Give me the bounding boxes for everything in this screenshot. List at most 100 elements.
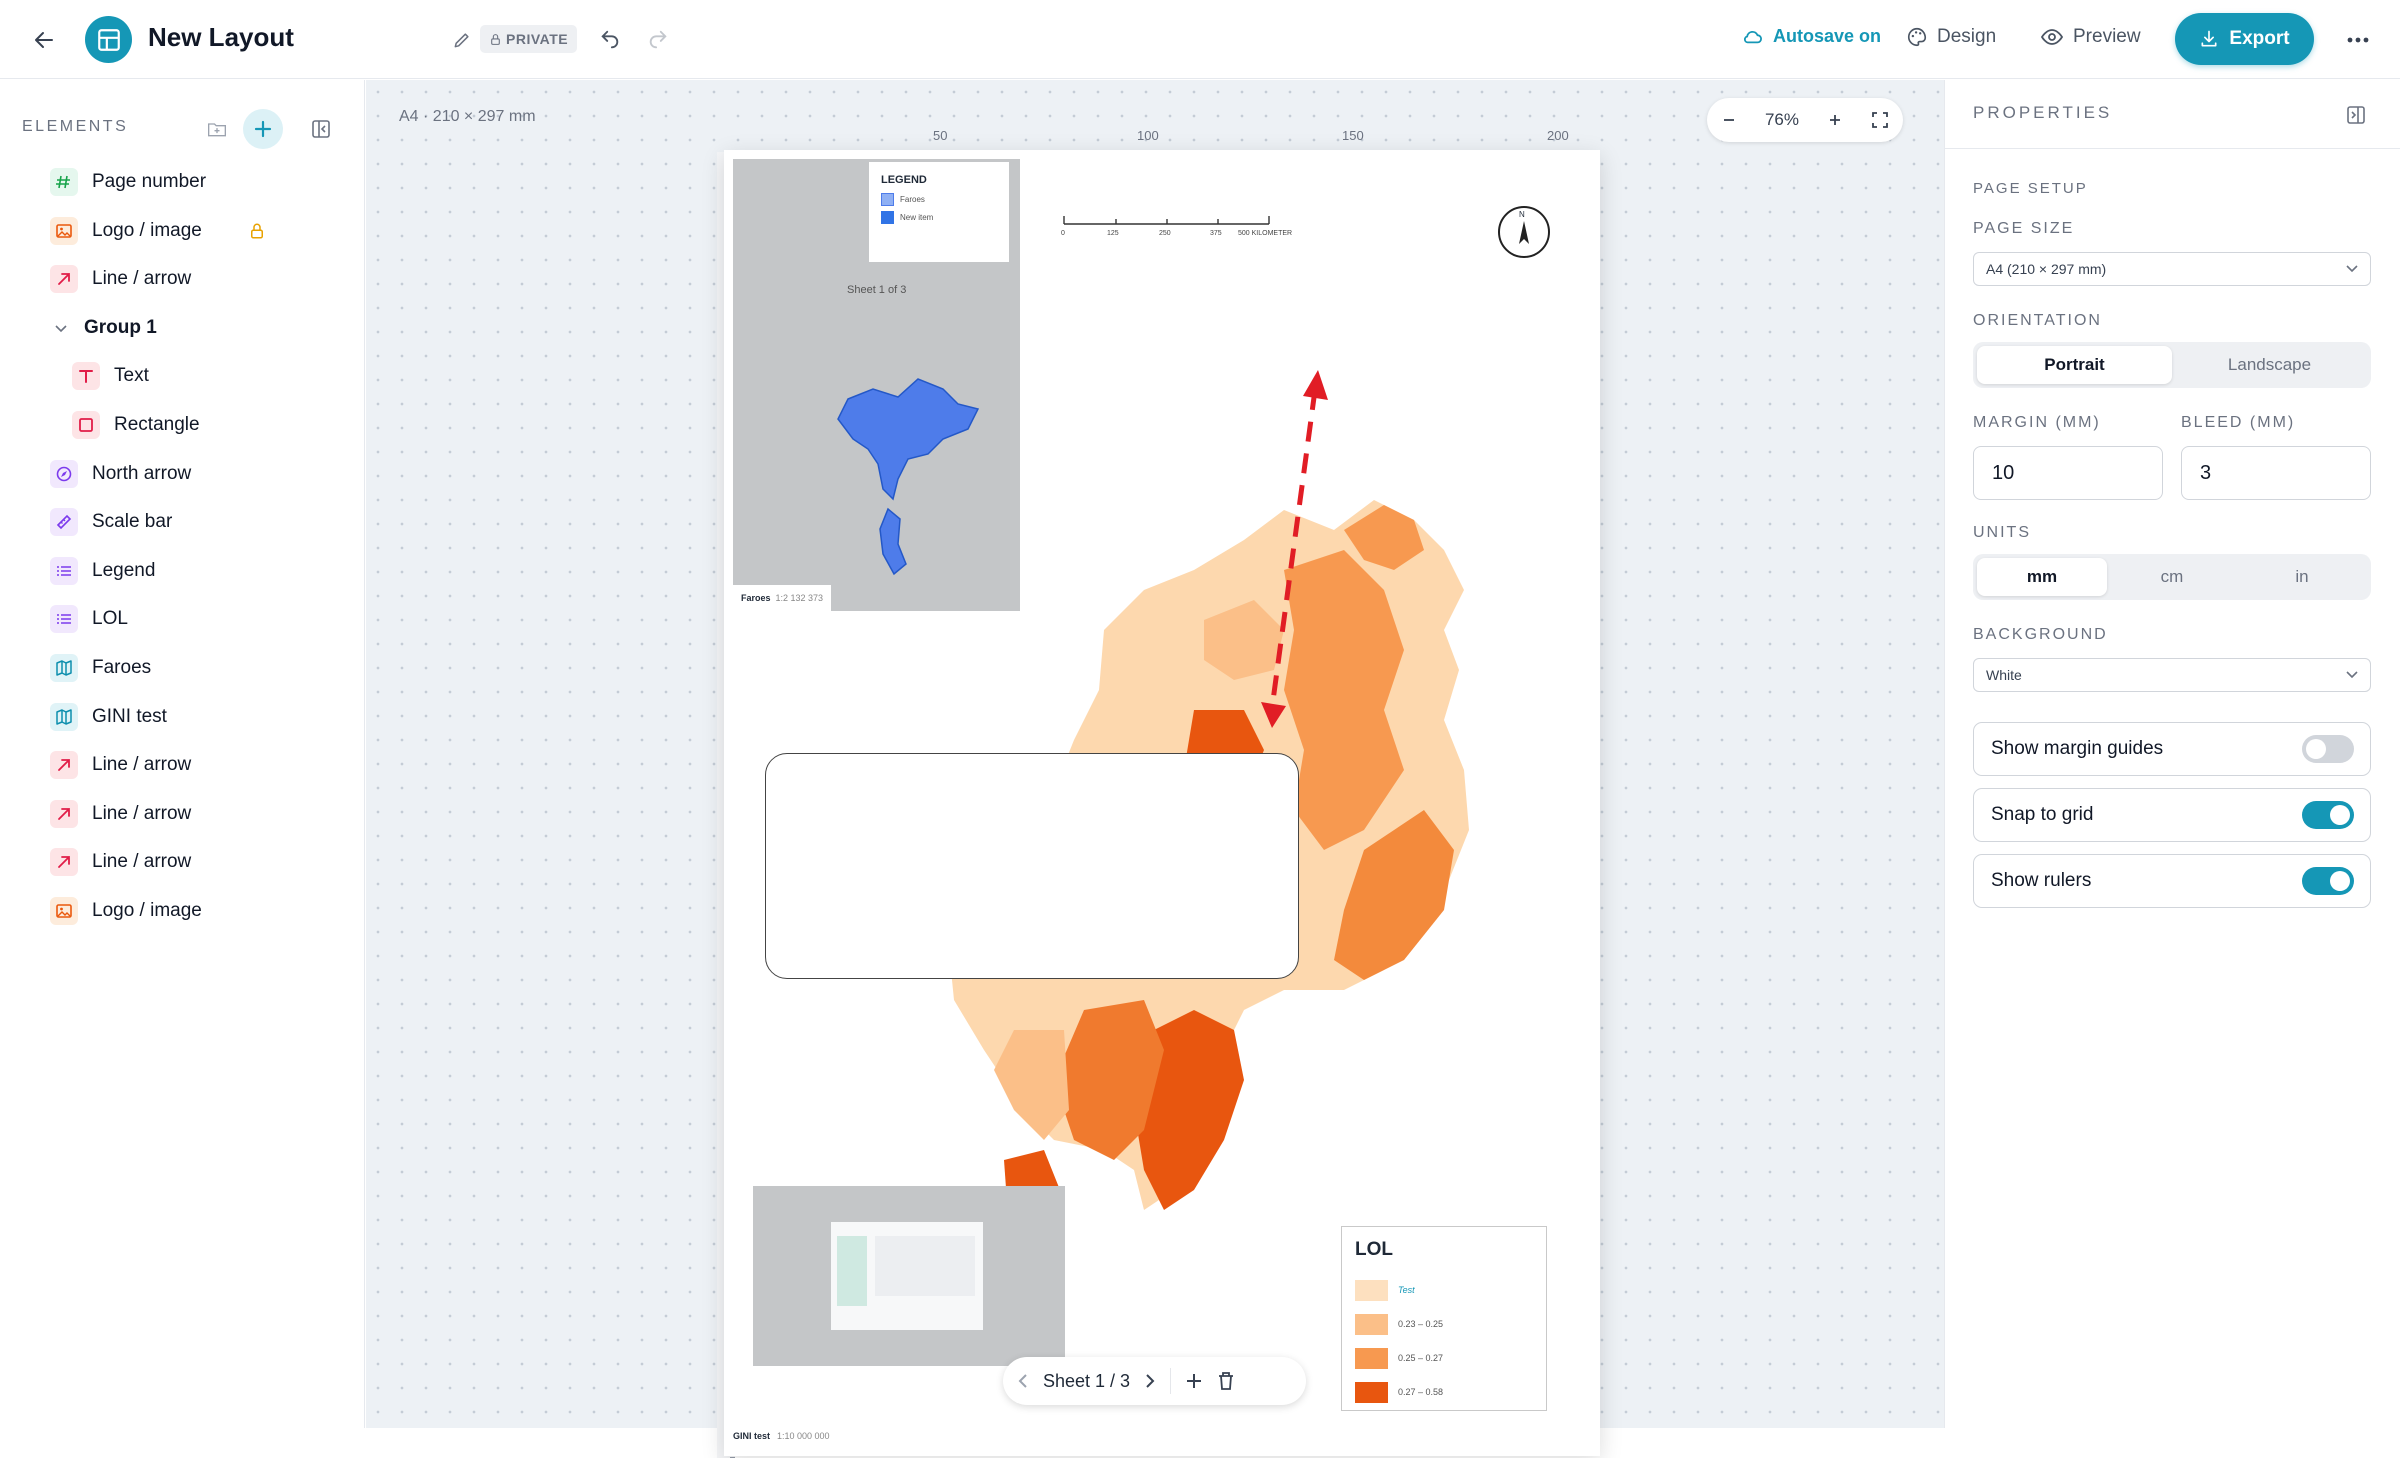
properties-divider: [1945, 148, 2400, 149]
sidebar-item-line-arrow[interactable]: Line / arrow: [50, 745, 390, 785]
arrow-icon: [50, 848, 78, 877]
sidebar-item-rectangle[interactable]: Rectangle: [72, 405, 412, 445]
sidebar-item-logo-image[interactable]: Logo / image: [50, 211, 390, 251]
sidebar-item-logo-image[interactable]: Logo / image: [50, 891, 390, 931]
sidebar-item-scale-bar[interactable]: Scale bar: [50, 502, 390, 542]
zoom-in-icon[interactable]: [1827, 112, 1843, 128]
sidebar-item-label: Line / arrow: [92, 754, 192, 776]
new-folder-icon[interactable]: [201, 113, 233, 145]
scale-tick: 375: [1210, 230, 1222, 237]
legend-label: 0.23 – 0.25: [1398, 1319, 1444, 1329]
toggle-switch[interactable]: [2302, 801, 2354, 829]
units-label: UNITS: [1973, 524, 2031, 541]
next-sheet-icon[interactable]: [1144, 1373, 1156, 1389]
toggle-switch[interactable]: [2302, 867, 2354, 895]
inset-legend-title: LEGEND: [881, 174, 927, 186]
sidebar-item-label: Logo / image: [92, 900, 202, 921]
background-select[interactable]: White: [1973, 658, 2371, 692]
add-sheet-icon[interactable]: [1185, 1372, 1203, 1390]
arrow-head-top: [1303, 370, 1328, 400]
thumbnail-panel: [875, 1236, 975, 1296]
lol-legend-item: Test: [1355, 1273, 1533, 1307]
undo-icon[interactable]: [594, 24, 626, 56]
logo-image-thumbnail[interactable]: [753, 1186, 1065, 1366]
legend-label: Test: [1398, 1285, 1415, 1295]
preview-button[interactable]: Preview: [2040, 26, 2141, 48]
orientation-portrait[interactable]: Portrait: [1977, 346, 2172, 384]
units-cm[interactable]: cm: [2107, 558, 2237, 596]
collapse-properties-icon[interactable]: [2341, 100, 2371, 130]
private-badge[interactable]: PRIVATE: [480, 25, 578, 53]
toggle-show-margin-guides[interactable]: Show margin guides: [1973, 722, 2371, 776]
toggle-switch[interactable]: [2302, 735, 2354, 763]
properties-heading: PROPERTIES: [1973, 103, 2113, 122]
redo-icon[interactable]: [642, 24, 674, 56]
thumbnail-screen: [831, 1222, 983, 1330]
group-rectangle[interactable]: [765, 753, 1299, 979]
text-icon: [72, 362, 100, 391]
sidebar-item-north-arrow[interactable]: North arrow: [50, 454, 390, 494]
page-title: New Layout: [148, 22, 294, 52]
add-element-button[interactable]: [243, 109, 283, 149]
canvas-area[interactable]: A4 · 210 × 297 mm 76% 50 100 150 200 LEG…: [366, 80, 1944, 1458]
toggle-snap-to-grid[interactable]: Snap to grid: [1973, 788, 2371, 842]
units-segmented: mm cm in: [1973, 554, 2371, 600]
sidebar-item-group-1[interactable]: Group 1: [50, 308, 390, 348]
prev-sheet-icon[interactable]: [1017, 1373, 1029, 1389]
sidebar-item-text[interactable]: Text: [72, 356, 412, 396]
bleed-input[interactable]: 3: [2181, 446, 2371, 500]
toggle-label: Show margin guides: [1991, 738, 2164, 759]
sidebar-item-lol[interactable]: LOL: [50, 599, 390, 639]
sidebar-item-legend[interactable]: Legend: [50, 551, 390, 591]
sidebar-item-label: Scale bar: [92, 511, 173, 533]
delete-sheet-icon[interactable]: [1217, 1371, 1235, 1391]
palette-icon: [1908, 27, 1927, 47]
lol-legend[interactable]: LOL Test 0.23 – 0.25 0.25 – 0.27 0.27 – 0.5…: [1341, 1226, 1547, 1411]
units-mm[interactable]: mm: [1977, 558, 2107, 596]
list-icon: [50, 556, 78, 585]
zoom-control: 76%: [1707, 98, 1903, 142]
layout-page[interactable]: LEGEND Faroes New item Sheet 1 of 3 Faro…: [724, 150, 1600, 1456]
zoom-level[interactable]: 76%: [1765, 110, 1799, 130]
lock-icon[interactable]: [248, 222, 266, 240]
inset-legend-item: New item: [881, 211, 997, 224]
sidebar-item-page-number[interactable]: Page number: [50, 162, 390, 202]
pencil-icon[interactable]: [448, 26, 476, 54]
margin-label: MARGIN (MM): [1973, 414, 2101, 431]
square-icon: [72, 411, 100, 439]
lol-legend-items: Test 0.23 – 0.25 0.25 – 0.27 0.27 – 0.58: [1355, 1273, 1533, 1409]
collapse-panel-icon[interactable]: [305, 113, 337, 145]
inset-legend-item: Faroes: [881, 193, 997, 206]
autosave-status[interactable]: Autosave on: [1742, 26, 1881, 47]
hash-icon: [50, 168, 78, 196]
north-label: N: [1519, 210, 1525, 219]
sidebar-item-gini-test[interactable]: GINI test: [50, 697, 390, 737]
fullscreen-icon[interactable]: [1871, 111, 1889, 129]
scale-bar[interactable]: 0 125 250 375 500 KILOMETER: [1061, 212, 1303, 252]
orientation-label: ORIENTATION: [1973, 312, 2102, 329]
sidebar-item-line-arrow[interactable]: Line / arrow: [50, 842, 390, 882]
sidebar-item-line-arrow[interactable]: Line / arrow: [50, 259, 390, 299]
inset-legend[interactable]: LEGEND Faroes New item: [869, 162, 1009, 262]
arrow-icon: [50, 751, 78, 780]
legend-swatch: [1355, 1279, 1388, 1301]
more-icon[interactable]: [2340, 22, 2376, 58]
legend-swatch: [1355, 1381, 1388, 1403]
cloud-icon: [1743, 30, 1762, 43]
faroes-inset-map[interactable]: LEGEND Faroes New item Sheet 1 of 3 Faro…: [733, 159, 1020, 611]
margin-input[interactable]: 10: [1973, 446, 2163, 500]
list-icon: [50, 605, 78, 634]
north-arrow[interactable]: N: [1498, 206, 1550, 258]
back-icon[interactable]: [26, 22, 62, 58]
zoom-out-icon[interactable]: [1721, 112, 1737, 128]
export-button[interactable]: Export: [2175, 13, 2314, 65]
page-size-select[interactable]: A4 (210 × 297 mm): [1973, 252, 2371, 286]
sidebar-item-line-arrow[interactable]: Line / arrow: [50, 794, 390, 834]
orientation-landscape[interactable]: Landscape: [2172, 346, 2367, 384]
sidebar-item-faroes[interactable]: Faroes: [50, 648, 390, 688]
design-button[interactable]: Design: [1906, 26, 1996, 48]
toggle-show-rulers[interactable]: Show rulers: [1973, 854, 2371, 908]
units-in[interactable]: in: [2237, 558, 2367, 596]
scale-bar-line: [1063, 216, 1270, 225]
chevron-down-icon[interactable]: [50, 314, 72, 342]
